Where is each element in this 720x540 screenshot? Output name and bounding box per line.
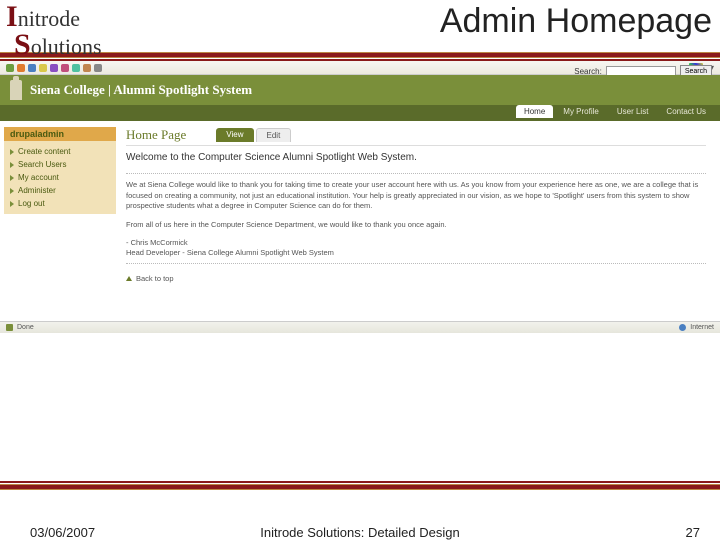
divider-bar-top — [0, 52, 720, 58]
sidebar-item-search-users[interactable]: Search Users — [6, 158, 114, 171]
body-paragraph-1: We at Siena College would like to thank … — [126, 180, 706, 212]
content-area: drupaladmin Create content Search Users … — [0, 121, 720, 321]
chevron-right-icon — [10, 175, 14, 181]
logo-rest-2: olutions — [31, 34, 102, 59]
sidebar-item-label: My account — [18, 173, 59, 182]
globe-icon — [679, 324, 686, 331]
site-header: Siena College | Alumni Spotlight System — [0, 75, 720, 105]
site-title: Siena College | Alumni Spotlight System — [30, 82, 252, 98]
nav-tab-home[interactable]: Home — [516, 105, 553, 118]
back-to-top-label: Back to top — [136, 274, 174, 283]
chevron-right-icon — [10, 188, 14, 194]
sidebar-item-label: Log out — [18, 199, 45, 208]
body-paragraph-2: From all of us here in the Computer Scie… — [126, 220, 706, 231]
signature-title: Head Developer - Siena College Alumni Sp… — [126, 248, 706, 257]
logo: Initrode Solutions — [6, 0, 102, 62]
slide-page-number: 27 — [686, 525, 700, 540]
divider-bar-thin-bottom — [0, 481, 720, 483]
toolbar-icon[interactable] — [6, 64, 14, 72]
chevron-right-icon — [10, 149, 14, 155]
toolbar-icon[interactable] — [61, 64, 69, 72]
sidebar-username: drupaladmin — [4, 127, 116, 141]
logo-line2: Solutions — [6, 28, 102, 62]
nav-tab-contact-us[interactable]: Contact Us — [658, 105, 714, 118]
status-text: Done — [17, 324, 34, 331]
toolbar-icon[interactable] — [39, 64, 47, 72]
signature-name: - Chris McCormick — [126, 238, 706, 247]
tower-icon — [10, 80, 22, 100]
toolbar-icon[interactable] — [94, 64, 102, 72]
signature-block: - Chris McCormick Head Developer - Siena… — [126, 238, 706, 257]
welcome-heading: Welcome to the Computer Science Alumni S… — [126, 152, 706, 163]
toolbar-icon[interactable] — [72, 64, 80, 72]
toolbar-icon[interactable] — [28, 64, 36, 72]
sidebar-item-label: Administer — [18, 186, 56, 195]
chevron-right-icon — [10, 201, 14, 207]
slide-header: Initrode Solutions Admin Homepage — [0, 0, 720, 52]
slide-footer-center: Initrode Solutions: Detailed Design — [260, 525, 459, 540]
sidebar-item-label: Search Users — [18, 160, 66, 169]
divider — [126, 263, 706, 264]
page-title: Home Page — [126, 127, 186, 143]
logo-cap-s: S — [14, 28, 31, 61]
main-content: Home Page View Edit Welcome to the Compu… — [120, 121, 720, 321]
status-icon — [6, 324, 13, 331]
chevron-right-icon — [10, 162, 14, 168]
nav-tab-user-list[interactable]: User List — [609, 105, 657, 118]
slide-date: 03/06/2007 — [30, 525, 95, 540]
toolbar-icon[interactable] — [83, 64, 91, 72]
status-zone: Internet — [690, 324, 714, 331]
sidebar-item-administer[interactable]: Administer — [6, 184, 114, 197]
divider-bar-bottom — [0, 484, 720, 490]
sidebar-item-my-account[interactable]: My account — [6, 171, 114, 184]
sidebar-item-label: Create content — [18, 147, 70, 156]
nav-tab-my-profile[interactable]: My Profile — [555, 105, 607, 118]
slide-title: Admin Homepage — [440, 2, 712, 41]
sidebar-item-log-out[interactable]: Log out — [6, 197, 114, 210]
page-tab-edit[interactable]: Edit — [256, 128, 292, 142]
browser-status-bar: Done Internet — [0, 321, 720, 333]
sidebar: drupaladmin Create content Search Users … — [0, 121, 120, 321]
sidebar-item-create-content[interactable]: Create content — [6, 145, 114, 158]
arrow-up-icon — [126, 276, 132, 281]
divider — [126, 173, 706, 174]
page-tab-view[interactable]: View — [216, 128, 253, 142]
toolbar-icon[interactable] — [50, 64, 58, 72]
back-to-top-link[interactable]: Back to top — [126, 274, 706, 283]
primary-nav: Home My Profile User List Contact Us — [0, 105, 720, 121]
toolbar-icon[interactable] — [17, 64, 25, 72]
